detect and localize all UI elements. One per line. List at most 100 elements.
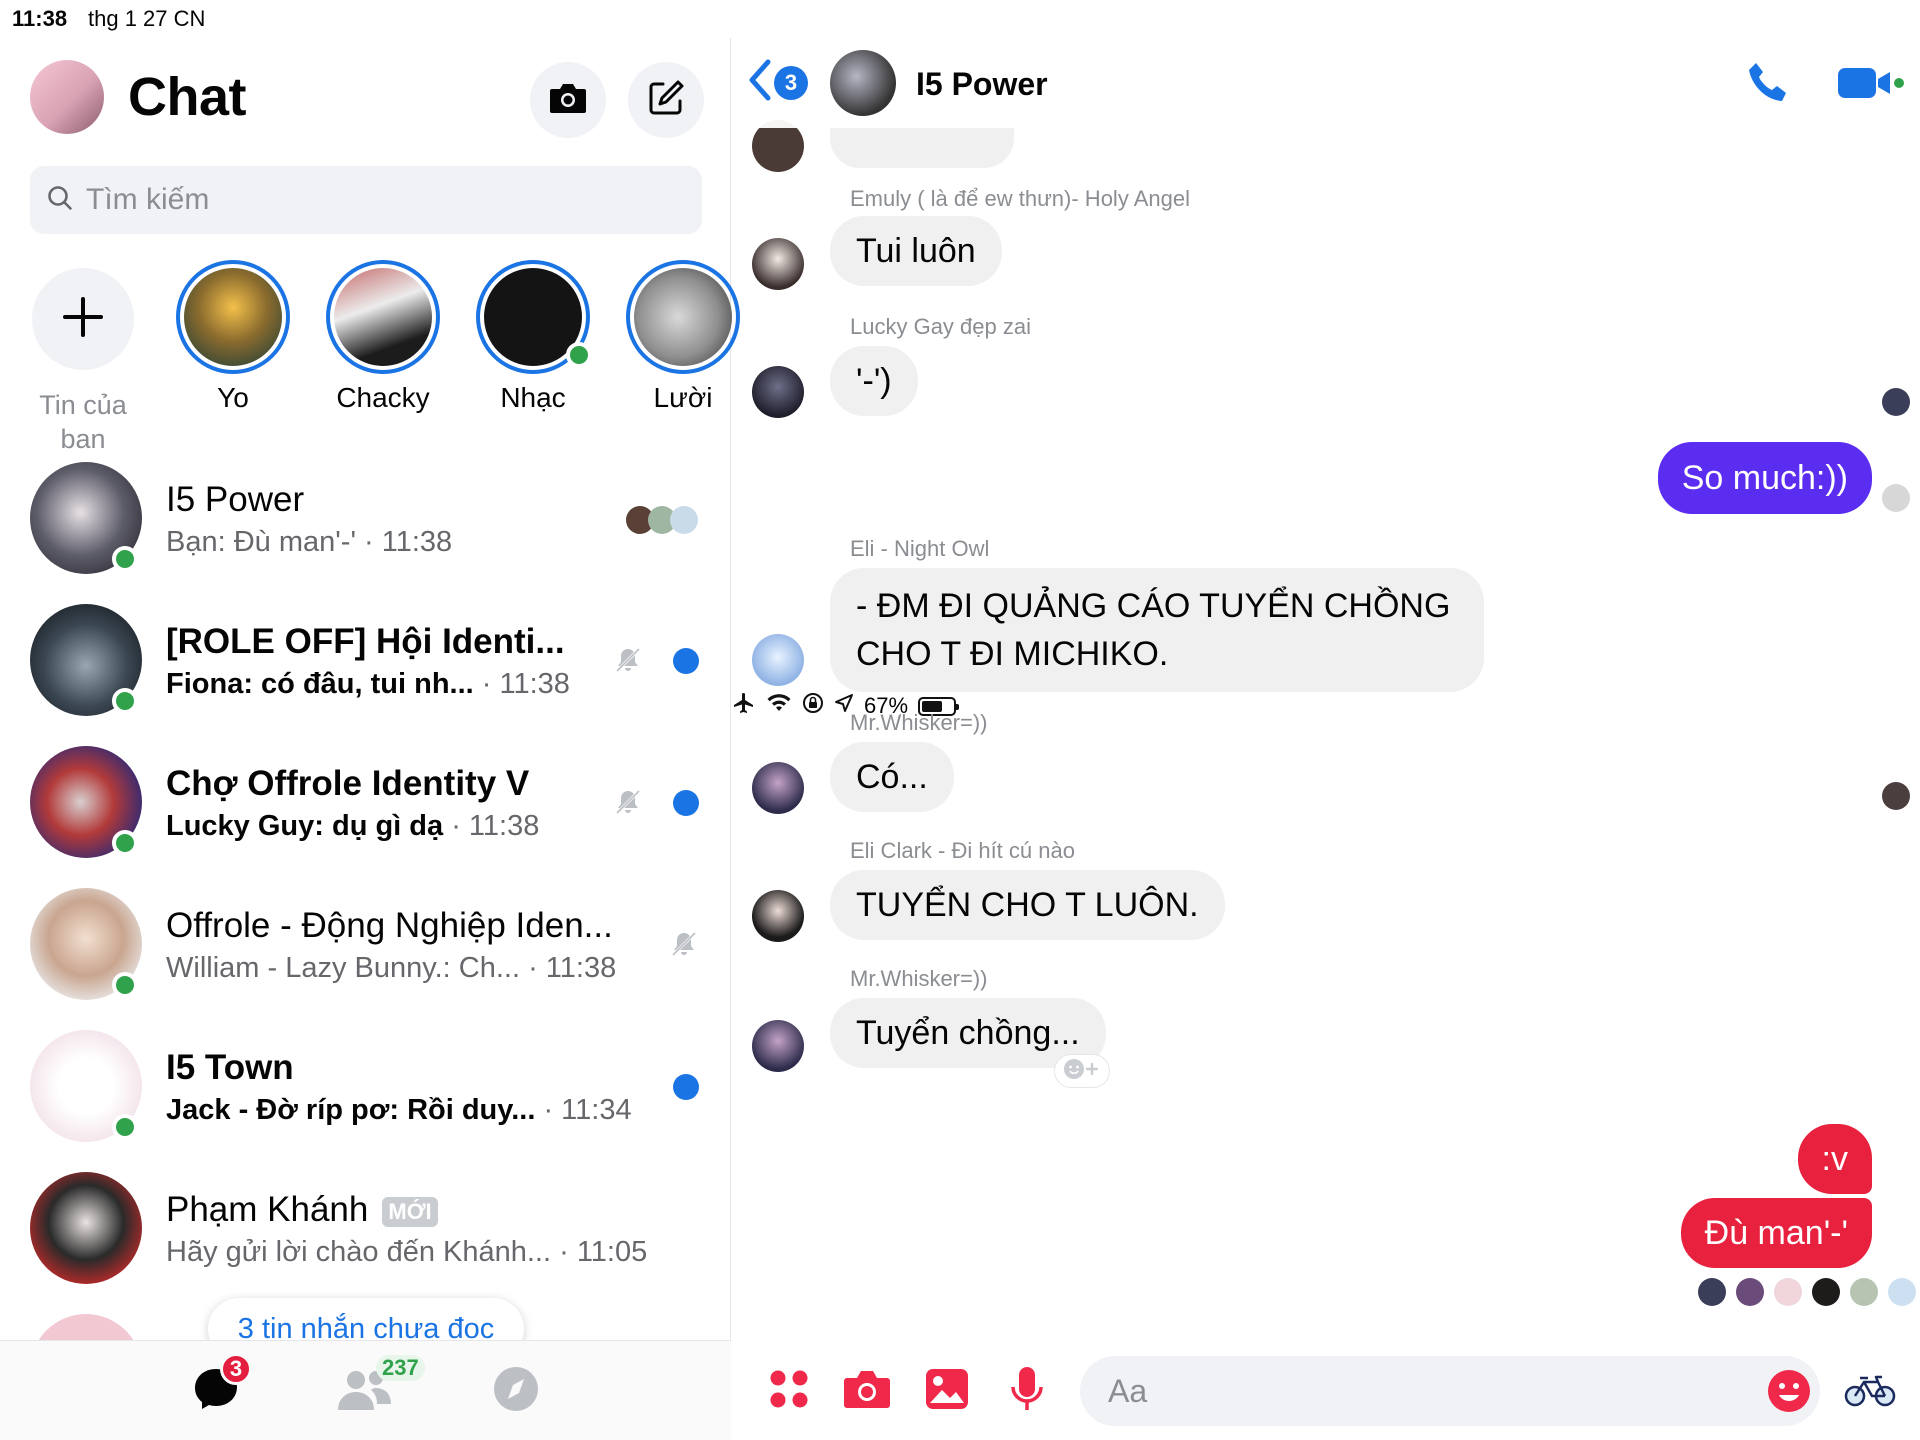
message-input[interactable] — [1080, 1356, 1820, 1426]
preview-time: · 11:38 — [451, 810, 540, 842]
stories-row: Tin của ban Yo Chacky Nhạc Lười — [0, 260, 740, 454]
avatar — [30, 1172, 142, 1284]
video-call-button[interactable] — [1836, 66, 1906, 105]
conversation-row[interactable]: Chợ Offrole Identity V Lucky Guy: dụ gì … — [0, 746, 731, 886]
sender-name: Mr.Whisker=)) — [850, 710, 988, 735]
conversation-preview: Hãy gửi lời chào đến Khánh... · 11:05 — [166, 1236, 647, 1269]
tab-people[interactable]: 237 — [324, 1355, 425, 1421]
voice-call-button[interactable] — [1746, 60, 1792, 111]
conversation-row[interactable]: Offrole - Động Nghiệp Iden... William - … — [0, 888, 731, 1028]
tab-chats[interactable]: 3 — [176, 1353, 256, 1421]
phone-icon — [1746, 63, 1792, 110]
seen-avatar — [1882, 782, 1910, 810]
conversation-row[interactable]: I5 Town Jack - Đờ ríp pơ: Rồi duy... · 1… — [0, 1030, 731, 1170]
online-indicator — [112, 830, 138, 856]
story-label: Nhạc — [500, 382, 566, 413]
sender-avatar — [752, 366, 804, 418]
camera-button[interactable] — [530, 62, 606, 138]
quick-reaction-button[interactable] — [1844, 1374, 1896, 1413]
story-label: Tin của ban — [39, 390, 127, 454]
seen-avatar — [670, 506, 698, 534]
compose-button[interactable] — [628, 62, 704, 138]
add-story-button[interactable] — [32, 268, 134, 370]
seen-avatar — [1698, 1278, 1726, 1306]
online-indicator — [112, 688, 138, 714]
my-message-bubble[interactable]: :v — [1797, 1124, 1872, 1194]
camera-button[interactable] — [840, 1364, 894, 1418]
preview-text: Fiona: có đâu, tui nh... — [166, 668, 482, 700]
story-thumbnail — [184, 268, 282, 366]
conversation-row[interactable]: Phạm Khánh MỚI Hãy gửi lời chào đến Khánh… — [0, 1172, 731, 1312]
plus-icon — [61, 295, 105, 344]
bottom-tab-bar: 3 237 — [0, 1340, 731, 1440]
gallery-button[interactable] — [920, 1364, 974, 1418]
conversation-title[interactable]: I5 Power — [916, 66, 1048, 103]
story-yo[interactable]: Yo — [158, 260, 308, 414]
conversation-row[interactable]: I5 Power Bạn: Đù man'-' · 11:38 — [0, 462, 731, 602]
preview-time: · 11:38 — [481, 668, 570, 700]
people-badge: 237 — [376, 1355, 425, 1381]
message-bubble[interactable]: Có... — [830, 742, 954, 812]
page-title: Chat — [128, 67, 247, 127]
story-ring — [476, 260, 592, 374]
online-indicator — [112, 972, 138, 998]
image-icon — [924, 1367, 970, 1416]
add-story[interactable]: Tin của ban — [8, 260, 158, 456]
emoji-button[interactable] — [1766, 1368, 1812, 1419]
sender-avatar — [752, 1020, 804, 1072]
message-bubble[interactable]: '-') — [830, 346, 918, 416]
sender-name: Emuly ( là để ew thưn)- Holy Angel — [850, 186, 1190, 211]
more-actions-button[interactable] — [762, 1364, 816, 1418]
message-composer — [732, 1340, 1920, 1440]
group-avatar[interactable] — [830, 50, 896, 116]
camera-icon — [842, 1368, 892, 1415]
story-nhac[interactable]: Nhạc — [458, 260, 608, 414]
sender-name: Lucky Gay đẹp zai — [850, 314, 1031, 339]
preview-time: · 11:38 — [364, 526, 453, 558]
voice-message-button[interactable] — [1000, 1364, 1054, 1418]
preview-text: William - Lazy Bunny.: Ch... — [166, 952, 529, 984]
profile-avatar[interactable] — [30, 60, 104, 134]
my-message-bubble[interactable]: Đù man'-' — [1680, 1198, 1872, 1268]
seen-avatar — [1888, 1278, 1916, 1306]
online-indicator — [566, 342, 592, 368]
search-bar[interactable] — [30, 166, 702, 234]
story-ring — [626, 260, 740, 374]
seen-avatar — [1774, 1278, 1802, 1306]
microphone-icon — [1009, 1365, 1045, 1418]
seen-avatar — [1736, 1278, 1764, 1306]
preview-time: · 11:34 — [543, 1094, 632, 1126]
seen-avatar — [1882, 388, 1910, 416]
sender-avatar — [752, 890, 804, 942]
story-label: Yo — [217, 382, 249, 413]
conversation-name: I5 Power — [166, 480, 305, 519]
tab-discover[interactable] — [476, 1361, 556, 1421]
online-indicator — [112, 546, 138, 572]
seen-avatar — [1882, 484, 1910, 512]
back-button[interactable]: 3 — [748, 58, 808, 107]
message-bubble-partial — [830, 124, 1014, 168]
online-indicator — [112, 1114, 138, 1140]
add-reaction-button[interactable] — [1054, 1054, 1110, 1088]
search-input[interactable] — [86, 183, 646, 217]
muted-bell-icon — [614, 788, 642, 823]
status-time: 11:38 — [12, 6, 68, 31]
conversation-name: Offrole - Động Nghiệp Iden... — [166, 906, 613, 945]
message-bubble[interactable]: TUYỂN CHO T LUÔN. — [830, 870, 1225, 940]
grid-dots-icon — [767, 1367, 811, 1416]
story-chacky[interactable]: Chacky — [308, 260, 458, 414]
conversation-header: 3 I5 Power — [732, 38, 1920, 128]
message-bubble[interactable]: Tui luôn — [830, 216, 1002, 286]
preview-text: Jack - Đờ ríp pơ: Rồi duy... — [166, 1094, 544, 1126]
message-bubble[interactable]: - ĐM ĐI QUẢNG CÁO TUYỂN CHỒNG CHO T ĐI M… — [830, 568, 1484, 692]
seen-avatar — [1812, 1278, 1840, 1306]
unread-indicator — [673, 648, 699, 674]
conversation-preview: Bạn: Đù man'-' · 11:38 — [166, 526, 452, 559]
my-message-bubble[interactable]: So much:)) — [1657, 442, 1872, 514]
smiley-plus-icon — [1062, 1057, 1102, 1086]
unread-indicator — [673, 1074, 699, 1100]
preview-time: · 11:05 — [559, 1236, 648, 1268]
preview-time: · 11:38 — [528, 952, 617, 984]
conversation-row[interactable]: [ROLE OFF] Hội Identi... Fiona: có đâu, … — [0, 604, 731, 744]
preview-text: Lucky Guy: dụ gì dạ — [166, 810, 452, 842]
